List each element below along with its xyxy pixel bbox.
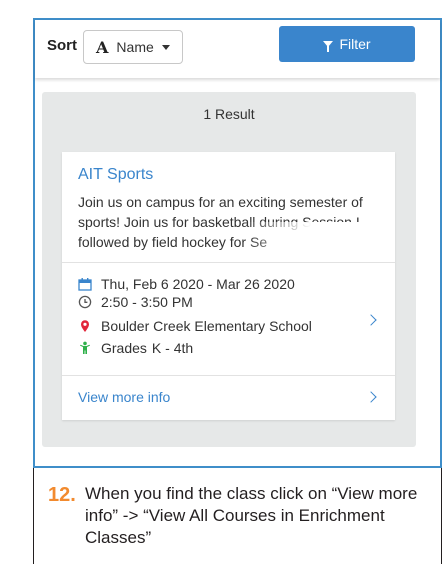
filter-button[interactable]: Filter: [279, 26, 415, 62]
location-row: Boulder Creek Elementary School: [78, 318, 312, 334]
alpha-a-icon: A: [96, 37, 109, 57]
date-range: Thu, Feb 6 2020 - Mar 26 2020: [101, 276, 295, 292]
clock-icon: [78, 295, 92, 309]
description-fade: [62, 222, 395, 260]
time-range: 2:50 - 3:50 PM: [101, 294, 193, 310]
caption-left-rule: [33, 468, 34, 564]
results-panel: 1 Result AIT Sports Join us on campus fo…: [42, 92, 416, 447]
date-row: Thu, Feb 6 2020 - Mar 26 2020: [78, 276, 295, 292]
view-more-info-link[interactable]: View more info: [78, 389, 170, 405]
sort-dropdown[interactable]: A Name: [83, 30, 183, 64]
time-row: 2:50 - 3:50 PM: [78, 294, 193, 310]
child-icon: [78, 341, 92, 355]
grades-value: K - 4th: [151, 340, 194, 356]
map-pin-icon: [78, 319, 92, 333]
sort-selected-value: Name: [116, 39, 154, 55]
caption-right-rule: [441, 468, 442, 564]
sort-bar: Sort A Name Filter: [35, 20, 440, 78]
divider: [62, 262, 395, 263]
class-card[interactable]: AIT Sports Join us on campus for an exci…: [62, 152, 395, 420]
grades-label: Grades: [101, 340, 147, 356]
app-frame: Sort A Name Filter 1 Result AIT Sports J…: [33, 18, 442, 468]
result-count: 1 Result: [203, 106, 255, 122]
sort-label: Sort: [47, 37, 77, 54]
chevron-right-icon[interactable]: [365, 314, 377, 326]
funnel-icon: [323, 41, 334, 52]
step-instruction: When you find the class click on “View m…: [85, 484, 418, 547]
location: Boulder Creek Elementary School: [101, 318, 312, 334]
calendar-icon: [78, 277, 92, 291]
step-number: 12.: [48, 484, 76, 506]
grades-row: Grades K - 4th: [78, 340, 193, 356]
class-title[interactable]: AIT Sports: [78, 166, 153, 184]
caret-down-icon: [161, 44, 170, 50]
filter-button-label: Filter: [339, 36, 371, 52]
divider: [62, 375, 395, 376]
chevron-right-icon[interactable]: [365, 391, 377, 403]
